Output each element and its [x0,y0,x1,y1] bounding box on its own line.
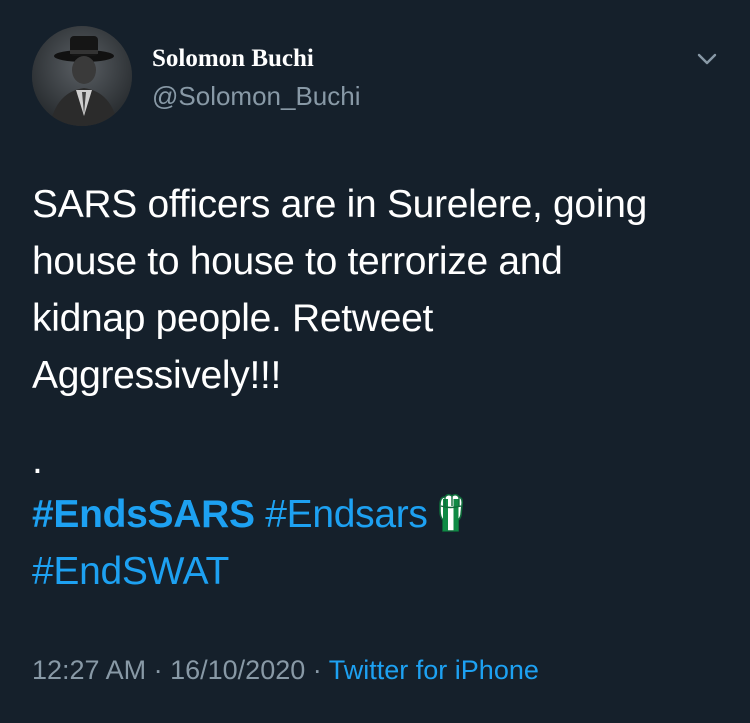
hashtag-link-endswat[interactable]: #EndSWAT [32,543,466,600]
meta-separator: · [312,655,322,685]
avatar[interactable] [32,26,132,126]
tweet-text: SARS officers are in Surelere, going hou… [32,176,722,404]
tweet-text-line: Aggressively!!! [32,354,282,397]
chevron-down-icon[interactable] [690,48,724,72]
tweet-time[interactable]: 12:27 AM [32,655,146,685]
author-handle[interactable]: @Solomon_Buchi [152,80,361,112]
tweet-source-link[interactable]: Twitter for iPhone [329,655,539,685]
author-display-name[interactable]: Solomon Buchi [152,44,314,74]
tweet-text-line: SARS officers are in Surelere, going [32,183,647,226]
hashtag-link-endssars[interactable]: #EndsSARS [32,493,255,536]
avatar-photo [32,26,132,126]
tweet-text-line: kidnap people. Retweet [32,297,434,340]
tweet-date[interactable]: 16/10/2020 [170,655,305,685]
tweet-separator: . [32,439,43,482]
tweet-card: Solomon Buchi @Solomon_Buchi SARS office… [0,0,750,723]
hashtag-block: #EndsSARS #Endsars #EndSWAT [32,486,466,600]
raised-fist-icon [438,493,463,532]
tweet-text-line: house to house to terrorize and [32,240,563,283]
tweet-meta: 12:27 AM · 16/10/2020 · Twitter for iPho… [32,652,539,688]
meta-separator: · [153,655,163,685]
hashtag-link-endsars[interactable]: #Endsars [265,493,428,536]
